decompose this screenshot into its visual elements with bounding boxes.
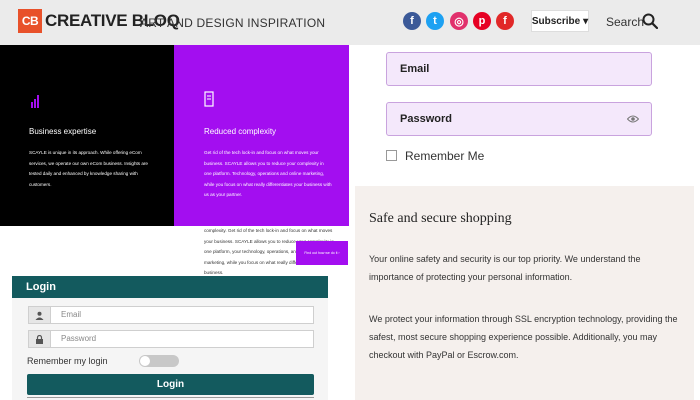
chevron-down-icon: ▾ [583, 15, 589, 27]
feature-panel-complexity: Reduced complexity Get rid of the tech l… [174, 45, 349, 226]
password-placeholder: Password [61, 334, 97, 343]
bar-chart-icon [31, 95, 39, 108]
subscribe-label: Subscribe [531, 15, 581, 27]
password-input-label: Password [400, 113, 452, 125]
pinterest-icon[interactable]: p [473, 12, 491, 30]
search-icon[interactable] [642, 13, 658, 29]
divider [27, 397, 314, 398]
instagram-icon[interactable]: ◎ [450, 12, 468, 30]
safe-shopping-paragraph: We protect your information through SSL … [369, 314, 678, 360]
password-field[interactable]: Password [28, 330, 314, 348]
search-label[interactable]: Search [606, 15, 644, 29]
feature-panel-business: Business expertise SCAYLE is unique in i… [0, 45, 174, 226]
twitter-icon[interactable]: t [426, 12, 444, 30]
feature-title: Reduced complexity [204, 127, 277, 136]
login-button[interactable]: Login [27, 374, 314, 395]
remember-login-label: Remember my login [27, 356, 108, 366]
email-placeholder: Email [61, 310, 82, 319]
lock-icon [29, 331, 51, 347]
safe-shopping-title: Safe and secure shopping [369, 211, 512, 226]
remember-me-label: Remember Me [405, 149, 485, 163]
email-field[interactable]: Email [28, 306, 314, 324]
remember-me-checkbox[interactable] [386, 150, 397, 161]
document-icon [204, 91, 214, 107]
feature-title: Business expertise [29, 127, 97, 136]
remember-login-toggle[interactable] [139, 355, 179, 367]
password-input[interactable]: Password [386, 102, 652, 136]
login-title: Login [12, 276, 328, 298]
feature-body: Get rid of the tech lock-in and focus on… [204, 150, 332, 197]
feature-body: SCAYLE is unique in its approach. While … [29, 150, 148, 187]
subscribe-button[interactable]: Subscribe ▾ [531, 10, 589, 32]
flipboard-icon[interactable]: f [496, 12, 514, 30]
tagline: ART AND DESIGN INSPIRATION [140, 16, 326, 30]
facebook-icon[interactable]: f [403, 12, 421, 30]
user-icon [29, 307, 51, 323]
logo-mark[interactable]: CB [18, 9, 42, 33]
email-input[interactable]: Email [386, 52, 652, 86]
safe-shopping-paragraph: Your online safety and security is our t… [369, 254, 641, 282]
email-input-label: Email [400, 63, 430, 75]
site-header: CB CREATIVE BLOQ ART AND DESIGN INSPIRAT… [0, 0, 700, 45]
find-out-button[interactable]: Find out how we do it › [296, 241, 348, 265]
eye-icon[interactable] [627, 114, 639, 124]
